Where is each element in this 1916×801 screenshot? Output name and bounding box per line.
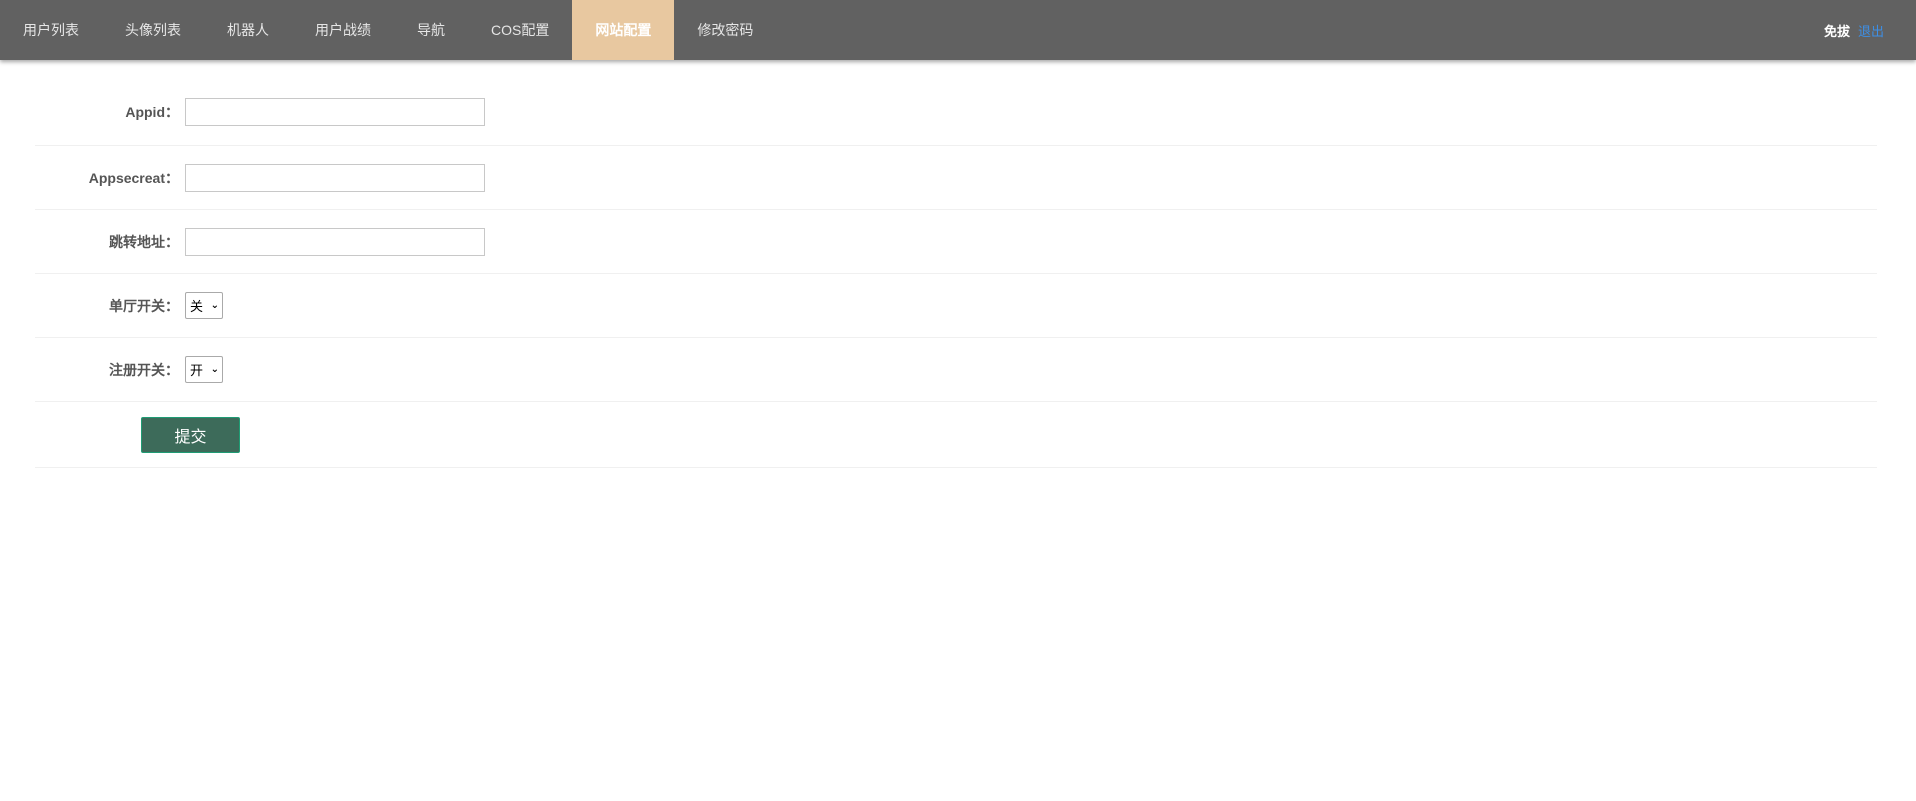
main-nav: 用户列表 头像列表 机器人 用户战绩 导航 COS配置 网站配置 修改密码 (0, 0, 776, 60)
nav-item-navigation[interactable]: 导航 (394, 0, 468, 60)
user-area: 免拔 退出 (1824, 0, 1884, 60)
single-hall-select[interactable]: 关 ⌄ (185, 292, 223, 319)
single-hall-label: 单厅开关： (109, 297, 179, 314)
nav-item-change-password[interactable]: 修改密码 (674, 0, 776, 60)
appid-input[interactable] (185, 97, 485, 126)
form-row-redirect: 跳转地址： (35, 210, 1877, 274)
nav-item-robot[interactable]: 机器人 (204, 0, 292, 60)
form-row-appsecret: Appsecreat： (35, 146, 1877, 210)
form-row-appid: Appid： (35, 78, 1877, 146)
register-select[interactable]: 开 ⌄ (185, 356, 223, 383)
nav-item-user-record[interactable]: 用户战绩 (292, 0, 394, 60)
register-label: 注册开关： (109, 361, 179, 378)
appsecret-label: Appsecreat： (88, 169, 179, 186)
appsecret-input[interactable] (185, 163, 485, 192)
nav-item-avatar-list[interactable]: 头像列表 (102, 0, 204, 60)
register-selected-value: 开 (190, 364, 204, 379)
username: 免拔 (1823, 23, 1850, 39)
nav-item-user-list[interactable]: 用户列表 (0, 0, 102, 60)
top-navigation-bar: 用户列表 头像列表 机器人 用户战绩 导航 COS配置 网站配置 修改密码 免拔… (0, 0, 1916, 60)
redirect-label: 跳转地址： (109, 233, 179, 250)
redirect-url-input[interactable] (185, 227, 485, 256)
form-row-single-hall: 单厅开关： 关 ⌄ (35, 274, 1877, 338)
logout-link[interactable]: 退出 (1858, 21, 1884, 40)
form-row-register: 注册开关： 开 ⌄ (35, 338, 1877, 402)
single-hall-selected-value: 关 (190, 300, 204, 315)
submit-button[interactable]: 提交 (141, 416, 240, 453)
chevron-down-icon: ⌄ (210, 364, 219, 375)
nav-item-site-config[interactable]: 网站配置 (572, 0, 675, 60)
chevron-down-icon: ⌄ (210, 300, 219, 311)
form-row-submit: 提交 (35, 402, 1877, 468)
site-config-form: Appid： Appsecreat： 跳转地址： 单厅开关： 关 ⌄ 注册开关：… (35, 86, 1877, 468)
nav-item-cos-config[interactable]: COS配置 (468, 0, 572, 60)
appid-label: Appid： (125, 103, 179, 120)
